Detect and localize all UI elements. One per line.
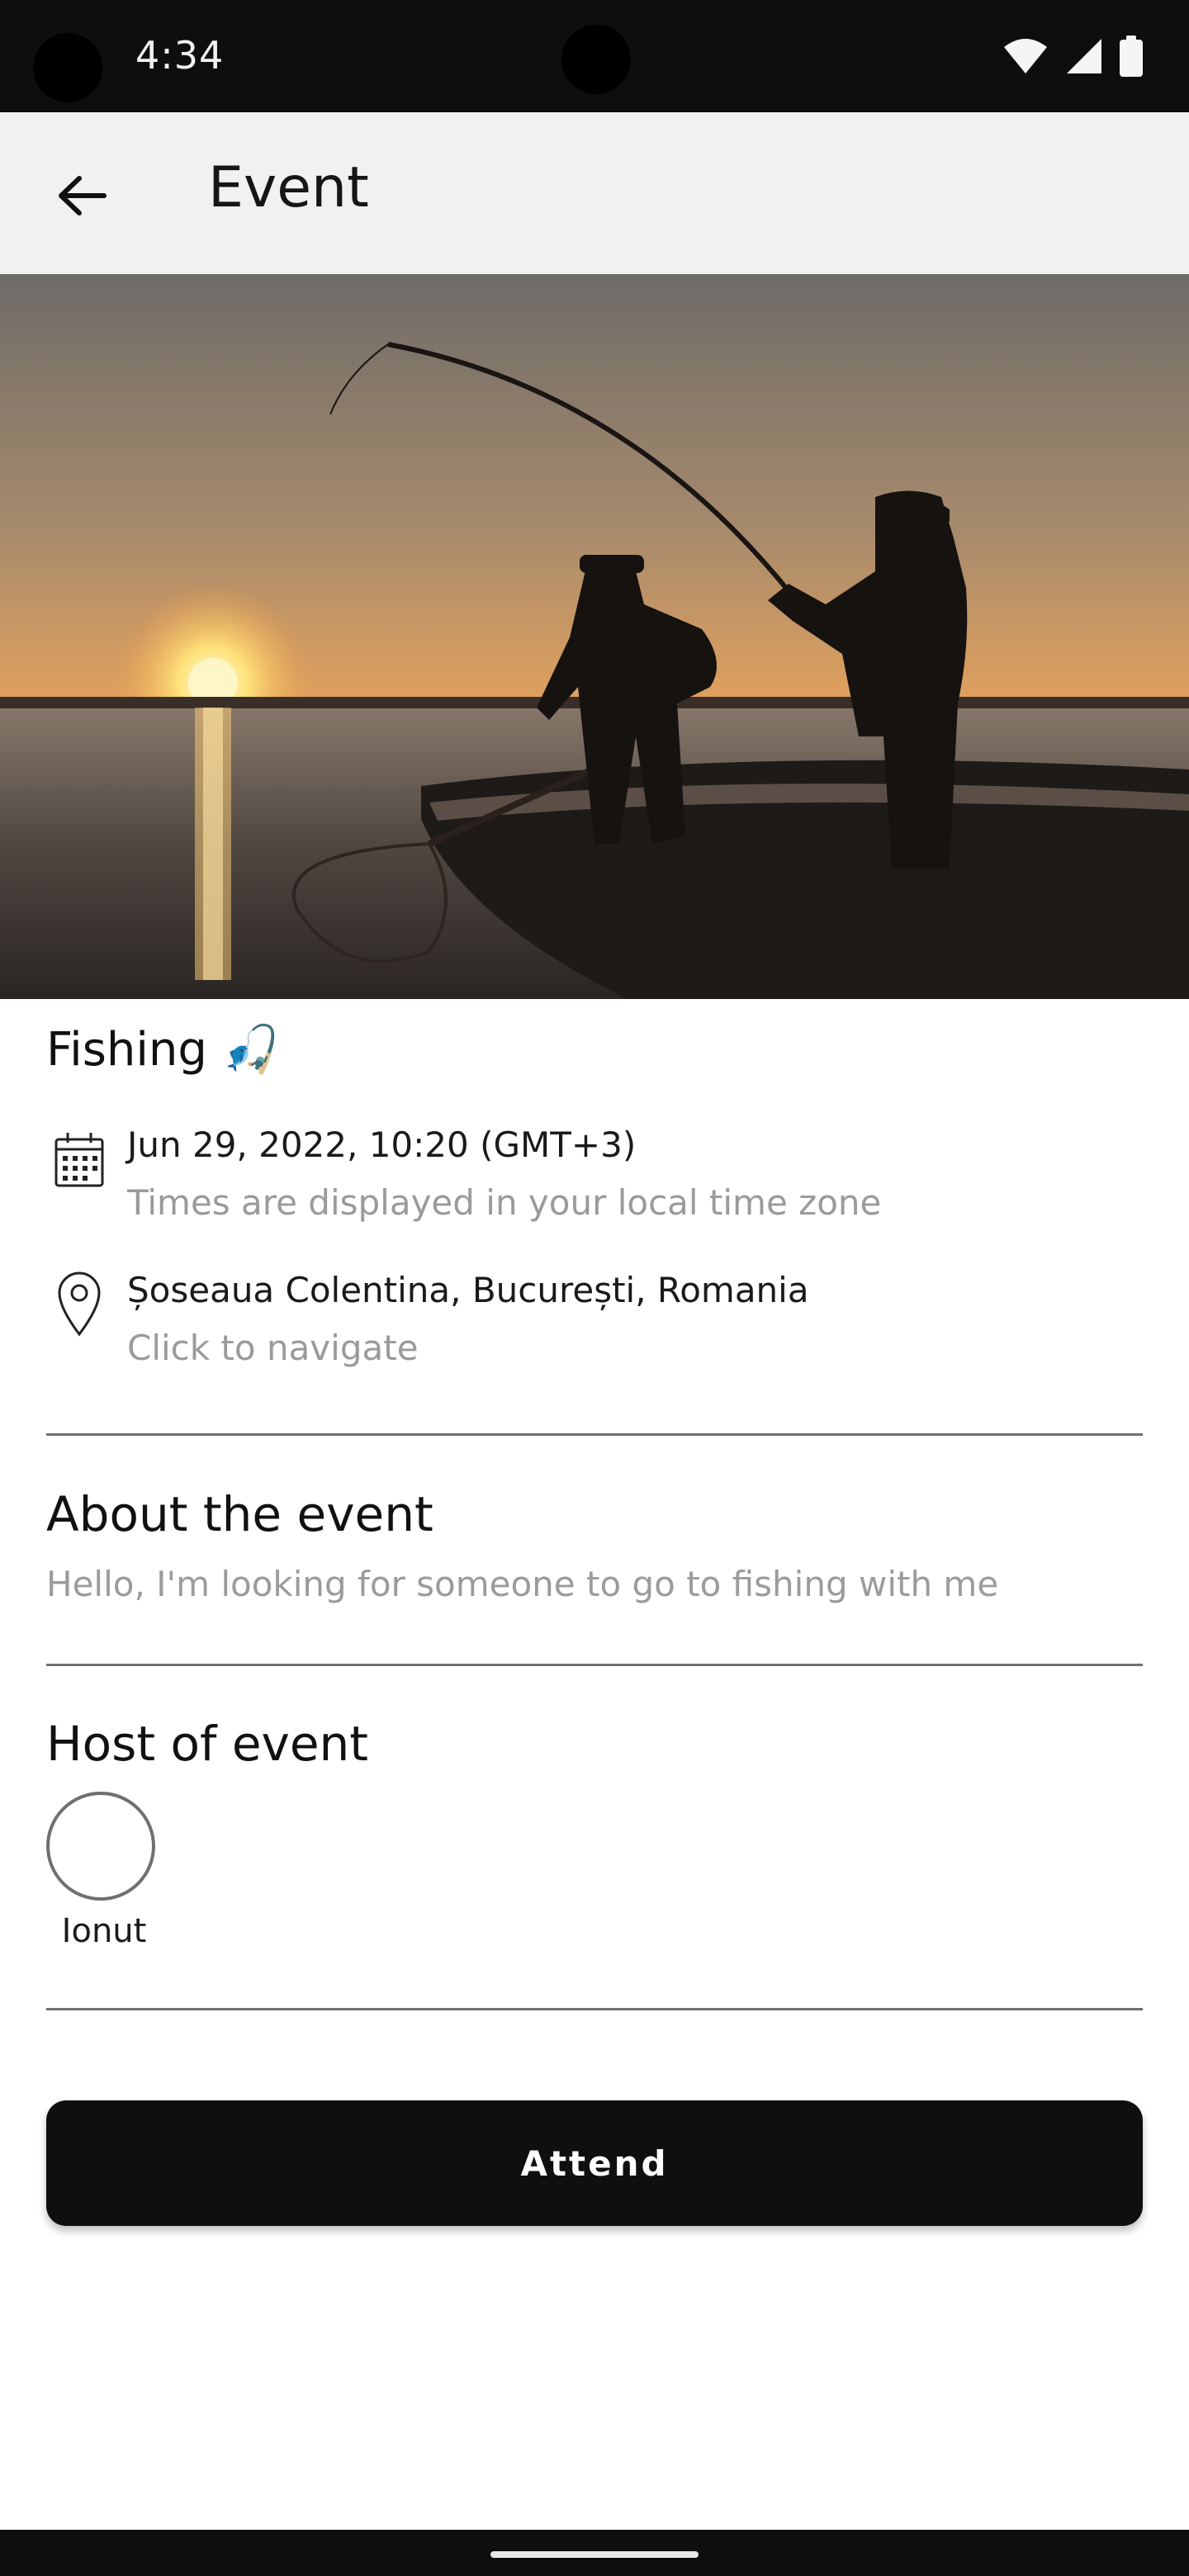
- divider: [46, 1433, 1143, 1436]
- calendar-icon: [54, 1133, 104, 1187]
- back-button[interactable]: [50, 163, 114, 228]
- arrow-back-icon: [59, 176, 107, 215]
- app-bar: Event: [0, 112, 1189, 274]
- host-name: Ionut: [61, 1912, 147, 1950]
- host-heading: Host of event: [46, 1716, 369, 1772]
- about-heading: About the event: [46, 1486, 433, 1542]
- event-datetime: Jun 29, 2022, 10:20 (GMT+3): [127, 1125, 637, 1165]
- home-gesture-handle[interactable]: [490, 2551, 699, 2558]
- divider: [46, 1664, 1143, 1666]
- navigate-hint: Click to navigate: [127, 1328, 419, 1368]
- status-bar: 4:34: [0, 0, 1189, 112]
- battery-icon: [1120, 36, 1143, 77]
- avatar[interactable]: [46, 1792, 155, 1901]
- fishing-pole-icon: 🎣: [221, 1023, 280, 1077]
- wifi-icon: [1004, 39, 1047, 73]
- cell-signal-icon: [1067, 39, 1101, 73]
- page-title: Event: [208, 155, 369, 220]
- event-datetime-row: Jun 29, 2022, 10:20 (GMT+3) Times are di…: [46, 1123, 1143, 1247]
- camera-cutout: [33, 33, 102, 102]
- event-title: Fishing 🎣: [46, 1022, 280, 1077]
- status-icons: [1002, 33, 1143, 79]
- event-location-row[interactable]: Șoseaua Colentina, București, Romania Cl…: [46, 1268, 1143, 1392]
- map-pin-icon: [58, 1271, 101, 1337]
- event-photo: [0, 274, 1189, 999]
- divider: [46, 2008, 1143, 2010]
- event-cover-image: [0, 274, 1189, 999]
- attend-button[interactable]: Attend: [46, 2100, 1143, 2226]
- front-camera: [561, 25, 631, 94]
- about-text: Hello, I'm looking for someone to go to …: [46, 1564, 999, 1604]
- event-location: Șoseaua Colentina, București, Romania: [127, 1270, 809, 1310]
- event-title-text: Fishing: [46, 1022, 207, 1077]
- status-time: 4:34: [135, 33, 225, 78]
- timezone-note: Times are displayed in your local time z…: [127, 1182, 882, 1223]
